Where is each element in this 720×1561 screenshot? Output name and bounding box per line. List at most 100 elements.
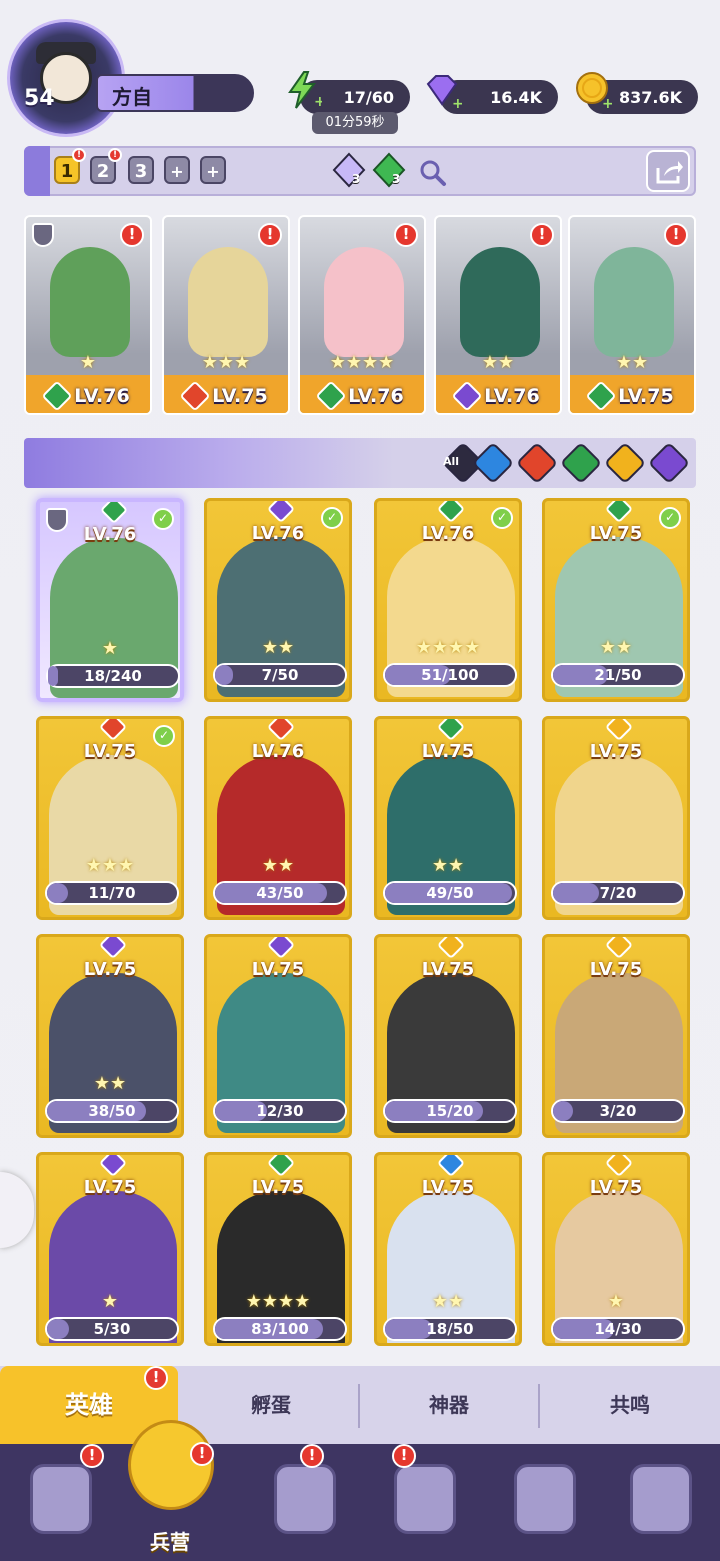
hero-card[interactable]: LV.75 3/20	[542, 934, 690, 1138]
nature-element-icon	[585, 380, 617, 412]
hero-level-text: LV.76	[484, 384, 540, 407]
hero-stars: ★★	[261, 855, 295, 876]
hero-level: LV.75	[421, 959, 475, 980]
nature-element-icon	[315, 380, 347, 412]
nav-barracks[interactable]: ! 兵营	[120, 1420, 220, 1560]
green-gem-icon[interactable]	[372, 152, 406, 188]
team-slot-add-1[interactable]: +	[164, 156, 190, 184]
shield-icon	[32, 223, 54, 247]
team-slot-1-alert-icon: !	[72, 148, 86, 162]
deployed-hero-1[interactable]: ! ★ LV.76	[24, 215, 152, 415]
hero-level: LV.75	[589, 1177, 643, 1198]
shard-count: 18/50	[426, 1320, 474, 1338]
hero-card[interactable]: LV.75 ✓ ★★★ 11/70	[36, 716, 184, 920]
team-bar-accent	[24, 146, 50, 196]
share-icon	[656, 161, 683, 184]
nav-mushroom[interactable]	[494, 1450, 594, 1550]
energy-icon[interactable]: +	[282, 70, 322, 110]
hero-card[interactable]: LV.75 ★★★★ 83/100	[204, 1152, 352, 1346]
element-icon	[98, 937, 128, 960]
element-icon	[604, 937, 634, 960]
hero-level: LV.75	[83, 1177, 137, 1198]
hero-card[interactable]: LV.76 ✓ ★ 18/240	[36, 498, 184, 702]
deployed-hero-3[interactable]: ! ★★★★ LV.76	[298, 215, 426, 415]
element-icon	[266, 501, 296, 524]
shard-progress-bar: 15/20	[383, 1099, 517, 1123]
shard-progress-bar: 43/50	[213, 881, 347, 905]
shard-progress-bar: 18/240	[46, 664, 180, 688]
hero-stars: ★★★	[201, 352, 251, 373]
hero-level: LV.75	[421, 1177, 475, 1198]
checkmark-icon: ✓	[153, 725, 175, 747]
deployed-hero-2[interactable]: ! ★★★ LV.75	[162, 215, 290, 415]
hero-level: LV.75	[589, 959, 643, 980]
deployed-hero-4[interactable]: ! ★★ LV.76	[434, 215, 562, 415]
hero-card[interactable]: LV.75 ★★ 49/50	[374, 716, 522, 920]
hero-card[interactable]: LV.75 ✓ ★★ 21/50	[542, 498, 690, 702]
side-float-avatar[interactable]	[0, 1172, 34, 1248]
element-icon	[99, 502, 129, 525]
shard-count: 49/50	[426, 884, 474, 902]
hero-card[interactable]: LV.76 ✓ ★★ 7/50	[204, 498, 352, 702]
purple-gem-icon[interactable]	[332, 152, 366, 188]
element-icon	[266, 1155, 296, 1178]
alert-icon: !	[664, 223, 688, 247]
nav-castle[interactable]: !	[374, 1444, 474, 1550]
hero-card[interactable]: LV.75 7/20	[542, 716, 690, 920]
hero-card[interactable]: LV.75 15/20	[374, 934, 522, 1138]
nav-alert-icon: !	[80, 1444, 104, 1468]
hero-card[interactable]: LV.75 ★★ 38/50	[36, 934, 184, 1138]
nature-element-icon	[41, 380, 73, 412]
hero-card[interactable]: LV.75 ★★ 18/50	[374, 1152, 522, 1346]
shard-count: 15/20	[426, 1102, 474, 1120]
hero-level: LV.76	[251, 741, 305, 762]
checkmark-icon: ✓	[491, 507, 513, 529]
hero-portrait	[188, 247, 268, 357]
nav-guild[interactable]	[610, 1450, 710, 1550]
diamond-icon[interactable]: +	[422, 70, 462, 110]
hero-stars: ★	[607, 1291, 625, 1312]
hero-level: LV.75	[421, 741, 475, 762]
deployed-hero-5[interactable]: ! ★★ LV.75	[568, 215, 696, 415]
green-gem-count: 3	[392, 172, 401, 186]
hero-stars: ★★	[615, 352, 649, 373]
shard-count: 7/50	[261, 666, 299, 684]
energy-value: 17/60	[343, 87, 394, 107]
hero-stars: ★★	[481, 352, 515, 373]
hero-level: LV.75	[251, 1177, 305, 1198]
checkmark-icon: ✓	[321, 507, 343, 529]
shard-progress-bar: 3/20	[551, 1099, 685, 1123]
filter-all-label: All	[442, 455, 460, 468]
hero-card[interactable]: LV.75 ★ 14/30	[542, 1152, 690, 1346]
shard-progress-bar: 5/30	[45, 1317, 179, 1341]
hero-card[interactable]: LV.76 ★★ 43/50	[204, 716, 352, 920]
shard-progress-bar: 12/30	[213, 1099, 347, 1123]
shard-progress-bar: 11/70	[45, 881, 179, 905]
shard-count: 14/30	[594, 1320, 642, 1338]
zoom-icon[interactable]	[418, 158, 448, 188]
element-icon	[604, 719, 634, 742]
player-level: 54	[24, 86, 55, 111]
hero-stars: ★★	[431, 1291, 465, 1312]
hero-card[interactable]: LV.76 ✓ ★★★★ 51/100	[374, 498, 522, 702]
shard-progress-bar: 18/50	[383, 1317, 517, 1341]
tab-artifact[interactable]: 神器	[360, 1366, 538, 1444]
hero-level: LV.76	[26, 380, 150, 412]
hero-level-text: LV.76	[74, 384, 130, 407]
hero-card[interactable]: LV.75 ★ 5/30	[36, 1152, 184, 1346]
coin-icon[interactable]: +	[572, 70, 612, 110]
element-icon	[604, 501, 634, 524]
share-button[interactable]	[646, 150, 690, 192]
element-icon	[436, 501, 466, 524]
hero-stars: ★★★★	[329, 352, 395, 373]
team-slot-2-alert-icon: !	[108, 148, 122, 162]
tab-resonance[interactable]: 共鸣	[540, 1366, 720, 1444]
shard-count: 7/20	[599, 884, 637, 902]
team-slot-3[interactable]: 3	[128, 156, 154, 184]
nav-cards[interactable]: !	[10, 1444, 110, 1550]
nav-book[interactable]: !	[254, 1444, 354, 1550]
shard-count: 3/20	[599, 1102, 637, 1120]
shard-count: 38/50	[88, 1102, 136, 1120]
team-slot-add-2[interactable]: +	[200, 156, 226, 184]
hero-card[interactable]: LV.75 12/30	[204, 934, 352, 1138]
